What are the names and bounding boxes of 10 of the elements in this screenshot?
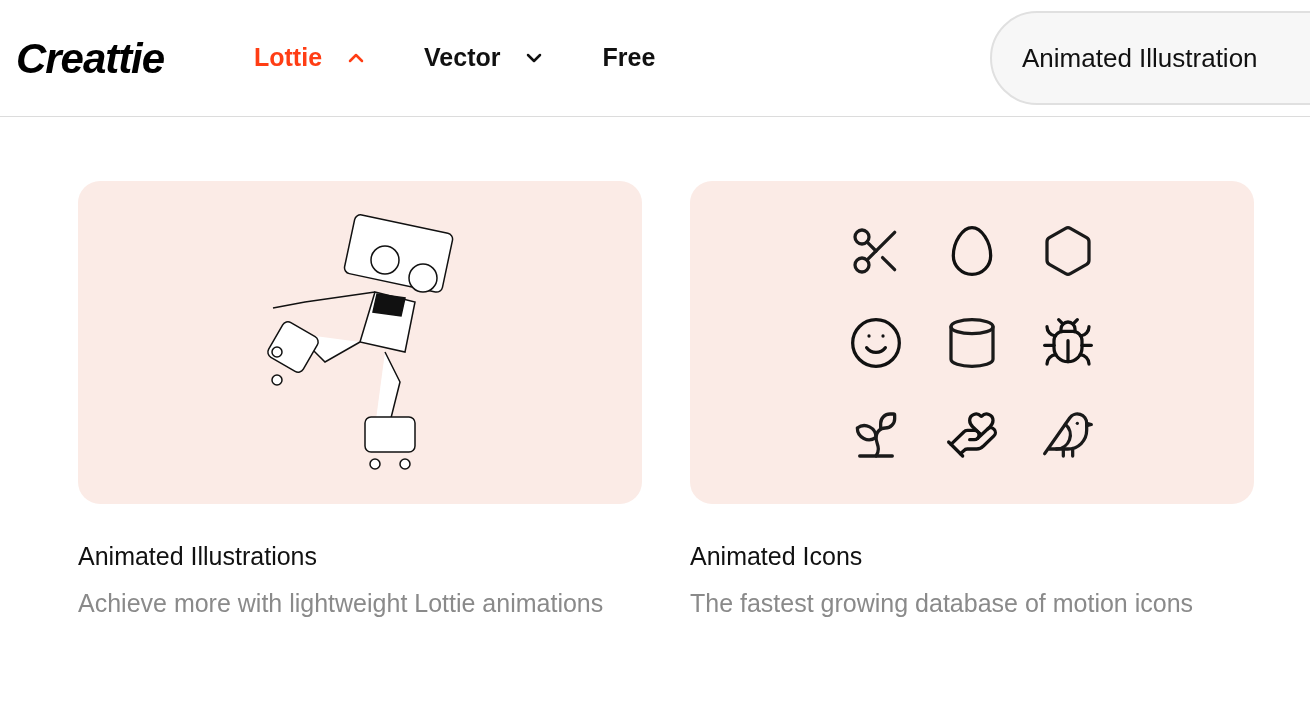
search-field[interactable]: Animated Illustration: [990, 11, 1310, 105]
nav-menu-item[interactable]: Free: [602, 39, 656, 77]
logo[interactable]: Creattie: [16, 26, 164, 90]
nav-menu-item[interactable]: Vector: [424, 39, 547, 77]
card-background[interactable]: [690, 181, 1254, 504]
card-title[interactable]: Animated Illustrations: [78, 538, 642, 576]
card-title[interactable]: Animated Icons: [690, 538, 1254, 576]
nav-menu-item[interactable]: Lottie: [254, 39, 369, 77]
card-description: Achieve more with lightweight Lottie animations: [78, 587, 605, 619]
card-description: The fastest growing database of motion icons: [690, 587, 1195, 619]
